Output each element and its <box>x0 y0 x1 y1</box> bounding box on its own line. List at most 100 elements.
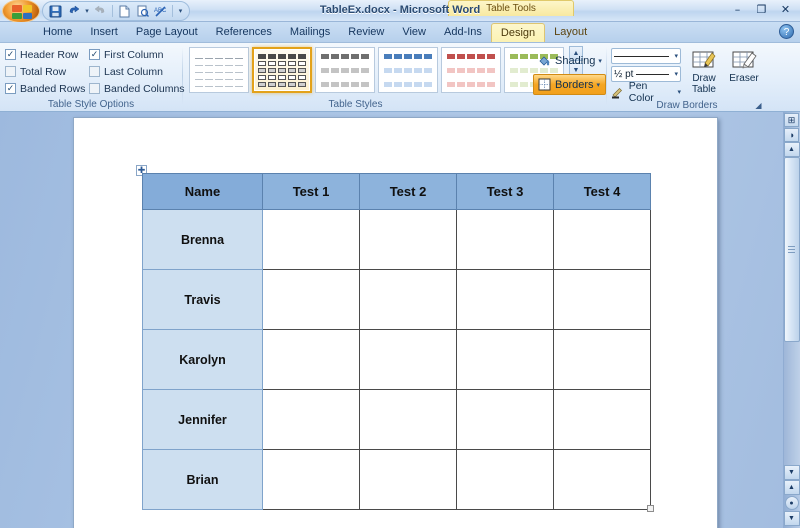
document-workspace: ✚ Name Test 1 Test 2 Test 3 Test 4 Brenn… <box>0 112 800 528</box>
table-row[interactable]: Brian <box>142 449 651 510</box>
chevron-down-icon: ▾ <box>677 89 681 96</box>
table-cell-brian-test-2[interactable] <box>359 449 457 510</box>
table-cell-karolyn-test-4[interactable] <box>553 329 651 390</box>
tab-page-layout[interactable]: Page Layout <box>127 23 207 42</box>
document-page[interactable]: ✚ Name Test 1 Test 2 Test 3 Test 4 Brenn… <box>73 117 718 528</box>
checkbox-last-column[interactable]: ✓ Last Column <box>89 66 185 78</box>
table-header-cell-test-3[interactable]: Test 3 <box>456 173 554 210</box>
table-cell-brenna-test-2[interactable] <box>359 209 457 270</box>
checkbox-box: ✓ <box>5 83 16 94</box>
checkbox-box: ✓ <box>89 66 100 77</box>
tab-insert[interactable]: Insert <box>81 23 127 42</box>
table-cell-karolyn-test-3[interactable] <box>456 329 554 390</box>
checkbox-box: ✓ <box>89 49 100 60</box>
table-header-cell-test-1[interactable]: Test 1 <box>262 173 360 210</box>
table-style-thumbnail-2-selected[interactable] <box>252 47 312 93</box>
table-header-cell-test-4[interactable]: Test 4 <box>553 173 651 210</box>
maximize-button[interactable]: ❐ <box>751 2 772 17</box>
table-cell-jennifer-test-3[interactable] <box>456 389 554 450</box>
table-resize-handle[interactable] <box>647 505 654 512</box>
table-cell-travis-test-1[interactable] <box>262 269 360 330</box>
checkbox-box: ✓ <box>89 83 100 94</box>
eraser-button[interactable]: Eraser <box>725 46 763 100</box>
table-cell-brian-test-4[interactable] <box>553 449 651 510</box>
select-browse-object-button[interactable]: ● <box>784 496 799 510</box>
checkbox-box: ✓ <box>5 66 16 77</box>
line-style-preview <box>614 55 670 57</box>
table-style-thumbnail-1[interactable] <box>189 47 249 93</box>
table-cell-karolyn-test-1[interactable] <box>262 329 360 390</box>
table-cell-jennifer-test-2[interactable] <box>359 389 457 450</box>
borders-label: Borders <box>555 78 594 91</box>
scroll-down-button[interactable]: ▼ <box>783 465 800 480</box>
tab-home[interactable]: Home <box>34 23 81 42</box>
minimize-button[interactable]: – <box>727 2 748 17</box>
next-page-button[interactable]: ▼ <box>783 511 800 526</box>
scrollbar-track[interactable] <box>783 157 800 465</box>
pen-color-button[interactable]: Pen Color ▾ <box>611 80 681 104</box>
tab-add-ins[interactable]: Add-Ins <box>435 23 491 42</box>
draw-borders-dialog-launcher[interactable]: ◢ <box>753 100 764 111</box>
table-style-thumbnail-5[interactable] <box>441 47 501 93</box>
table-row[interactable]: Karolyn <box>142 329 651 390</box>
table-cell-travis-test-3[interactable] <box>456 269 554 330</box>
document-table[interactable]: Name Test 1 Test 2 Test 3 Test 4 Brenna <box>142 173 651 510</box>
checkbox-label: Total Row <box>20 65 67 78</box>
table-cell-brenna-test-1[interactable] <box>262 209 360 270</box>
checkbox-banded-rows[interactable]: ✓ Banded Rows <box>5 83 89 95</box>
vertical-scrollbar[interactable]: ⊞ ◑ ▲ ▼ ▲ ● ▼ <box>783 112 800 528</box>
previous-page-button[interactable]: ▲ <box>783 480 800 495</box>
table-cell-travis-test-4[interactable] <box>553 269 651 330</box>
scroll-up-button[interactable]: ▲ <box>783 142 800 157</box>
tab-view[interactable]: View <box>393 23 435 42</box>
table-cell-name-karolyn[interactable]: Karolyn <box>142 329 263 390</box>
table-cell-jennifer-test-4[interactable] <box>553 389 651 450</box>
borders-button[interactable]: Borders ▾ <box>533 74 606 95</box>
table-cell-brenna-test-3[interactable] <box>456 209 554 270</box>
pen-icon <box>611 85 626 100</box>
checkbox-header-row[interactable]: ✓ Header Row <box>5 49 89 61</box>
checkbox-total-row[interactable]: ✓ Total Row <box>5 66 89 78</box>
table-cell-name-brian[interactable]: Brian <box>142 449 263 510</box>
borders-grid-icon <box>537 77 552 92</box>
close-button[interactable]: ✕ <box>775 2 796 17</box>
table-cell-brenna-test-4[interactable] <box>553 209 651 270</box>
table-row[interactable]: Jennifer <box>142 389 651 450</box>
table-style-thumbnail-3[interactable] <box>315 47 375 93</box>
draw-table-button[interactable]: Draw Table <box>685 46 723 100</box>
table-cell-brian-test-1[interactable] <box>262 449 360 510</box>
table-header-cell-test-2[interactable]: Test 2 <box>359 173 457 210</box>
tab-references[interactable]: References <box>207 23 281 42</box>
checkbox-label: Banded Columns <box>104 82 185 95</box>
help-button[interactable]: ? <box>779 24 794 39</box>
tab-review[interactable]: Review <box>339 23 393 42</box>
checkbox-banded-columns[interactable]: ✓ Banded Columns <box>89 83 185 95</box>
table-cell-name-jennifer[interactable]: Jennifer <box>142 389 263 450</box>
table-cell-name-travis[interactable]: Travis <box>142 269 263 330</box>
draw-table-icon <box>691 47 717 73</box>
shading-button[interactable]: Shading ▾ <box>533 50 606 71</box>
table-cell-brian-test-3[interactable] <box>456 449 554 510</box>
table-cell-travis-test-2[interactable] <box>359 269 457 330</box>
line-style-dropdown[interactable]: ▾ <box>611 48 681 64</box>
page-content-area: ✚ Name Test 1 Test 2 Test 3 Test 4 Brenn… <box>74 118 717 528</box>
eraser-label: Eraser <box>729 73 759 84</box>
table-cell-name-brenna[interactable]: Brenna <box>142 209 263 270</box>
table-header-cell-name[interactable]: Name <box>142 173 263 210</box>
group-table-styles: ▲ ▼ ▤ Table Styles <box>183 43 583 112</box>
view-ruler-icon[interactable]: ⊞ <box>784 113 799 127</box>
table-row[interactable]: Travis <box>142 269 651 330</box>
table-cell-karolyn-test-2[interactable] <box>359 329 457 390</box>
tab-mailings[interactable]: Mailings <box>281 23 339 42</box>
table-style-thumbnail-4[interactable] <box>378 47 438 93</box>
table-row[interactable]: Brenna <box>142 209 651 270</box>
shading-label: Shading <box>555 54 596 67</box>
split-window-icon[interactable]: ◑ <box>784 128 799 142</box>
checkbox-label: Header Row <box>20 48 79 61</box>
tab-design[interactable]: Design <box>490 23 546 42</box>
table-cell-jennifer-test-1[interactable] <box>262 389 360 450</box>
checkbox-first-column[interactable]: ✓ First Column <box>89 49 185 61</box>
scrollbar-thumb[interactable] <box>783 157 800 342</box>
tab-layout[interactable]: Layout <box>545 23 596 42</box>
table-row[interactable]: Name Test 1 Test 2 Test 3 Test 4 <box>142 173 651 210</box>
